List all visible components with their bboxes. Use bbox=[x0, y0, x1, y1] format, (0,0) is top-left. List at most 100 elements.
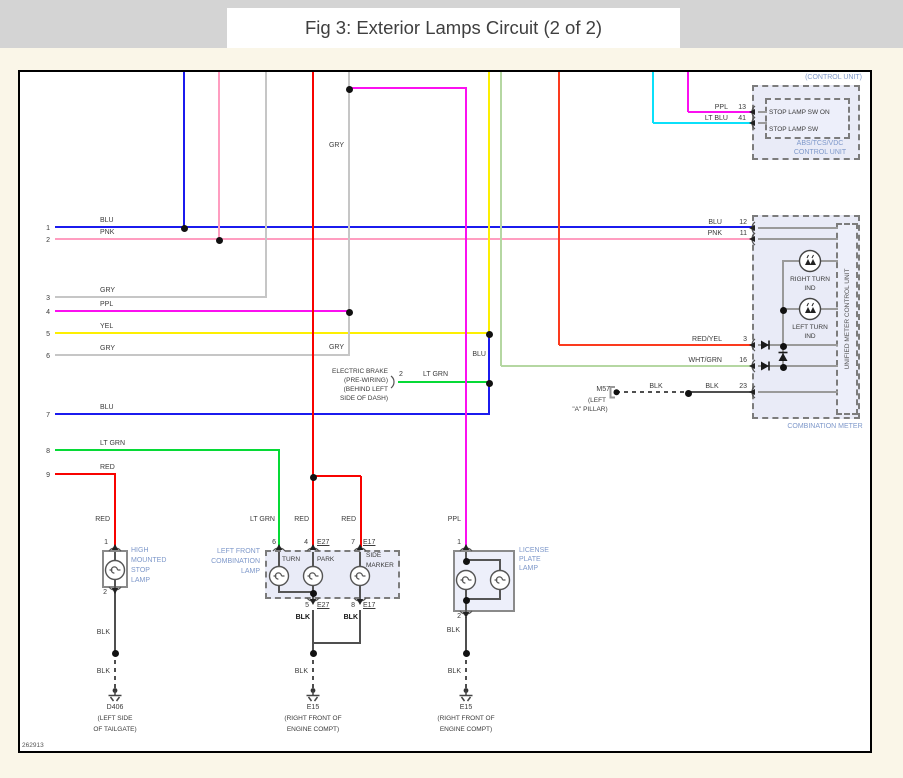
wire-color-label: GRY bbox=[100, 287, 116, 294]
circuit-number: 6 bbox=[46, 353, 50, 360]
pin-connector-icon bbox=[108, 544, 122, 552]
component-caption: LAMP bbox=[240, 568, 260, 575]
wire-color-label: RED/YEL bbox=[692, 336, 722, 343]
bulb-label: PARK bbox=[317, 556, 335, 563]
ground-icon bbox=[306, 688, 320, 702]
indicator-label: RIGHT TURN bbox=[790, 276, 830, 283]
pin-number: 8 bbox=[351, 602, 355, 609]
connector-ref: E17 bbox=[363, 539, 376, 546]
wire-color-label: PNK bbox=[100, 229, 115, 236]
wire-segment bbox=[55, 238, 752, 240]
junction-dot bbox=[684, 389, 692, 397]
wire-color-label: BLK bbox=[294, 668, 308, 675]
wire-segment bbox=[559, 344, 752, 346]
wire-segment bbox=[616, 391, 689, 393]
pin-number: 1 bbox=[457, 539, 461, 546]
wire-segment bbox=[465, 87, 467, 547]
wire-segment bbox=[312, 610, 314, 652]
component-caption: LICENSE bbox=[519, 547, 549, 554]
wire-segment bbox=[360, 476, 362, 547]
wire-color-label: PNK bbox=[707, 230, 722, 237]
junction-dot bbox=[462, 649, 470, 657]
junction-dot bbox=[462, 557, 470, 565]
component-caption: UNIFIED METER CONTROL UNIT bbox=[844, 268, 851, 370]
junction-dot bbox=[345, 308, 353, 316]
wire-segment bbox=[313, 475, 361, 477]
wire-segment bbox=[398, 381, 490, 383]
wire-segment bbox=[501, 365, 752, 367]
pin-number: 5 bbox=[305, 602, 309, 609]
wire-color-label: BLK bbox=[649, 383, 663, 390]
circuit-number: 3 bbox=[46, 295, 50, 302]
wire-segment bbox=[218, 72, 220, 240]
wire-color-label: BLK bbox=[96, 629, 110, 636]
component-caption: LEFT FRONT bbox=[216, 548, 260, 555]
pin-number: 4 bbox=[304, 539, 308, 546]
circuit-number: 4 bbox=[46, 309, 50, 316]
electric-brake-note: (BEHIND LEFT bbox=[343, 386, 388, 393]
bulb-label: TURN bbox=[282, 556, 301, 563]
location-note: "A" PILLAR) bbox=[572, 406, 608, 413]
junction-dot bbox=[215, 236, 223, 244]
wire-segment bbox=[558, 72, 560, 345]
junction-dot bbox=[309, 649, 317, 657]
electric-brake-note: (PRE-WIRING) bbox=[343, 377, 388, 384]
junction-dot bbox=[345, 85, 353, 93]
wire-color-label: BLU bbox=[100, 217, 114, 224]
wire-segment bbox=[359, 610, 361, 644]
wire-color-label: PPL bbox=[714, 104, 728, 111]
wire-color-label: LT GRN bbox=[100, 440, 126, 447]
wire-segment bbox=[55, 310, 349, 312]
bulb-icon bbox=[104, 559, 126, 581]
circuit-number: 5 bbox=[46, 331, 50, 338]
component-caption: STOP bbox=[131, 567, 150, 574]
wire-segment bbox=[55, 226, 752, 228]
wire-color-label: BLU bbox=[708, 219, 722, 226]
circuit-number: 8 bbox=[46, 448, 50, 455]
junction-dot bbox=[111, 649, 119, 657]
pin-number: 3 bbox=[743, 336, 747, 343]
wire-color-label: BLK bbox=[295, 614, 310, 621]
wire-color-label: BLU bbox=[100, 404, 114, 411]
wire-color-label: WHT/GRN bbox=[688, 357, 722, 364]
junction-dot bbox=[180, 224, 188, 232]
wire-segment bbox=[349, 87, 466, 89]
component-caption: COMBINATION METER bbox=[787, 423, 863, 430]
wire-segment bbox=[758, 227, 838, 229]
wire-color-label: GRY bbox=[100, 345, 116, 352]
wire-segment bbox=[55, 449, 280, 451]
wire-color-label: BLU bbox=[472, 351, 486, 358]
wire-color-label: PPL bbox=[447, 516, 461, 523]
pin-number: 2 bbox=[399, 371, 403, 378]
pin-number: 13 bbox=[738, 104, 746, 111]
ground-icon bbox=[459, 688, 473, 702]
component-caption: COMBINATION bbox=[211, 558, 260, 565]
diagram-border bbox=[18, 70, 872, 753]
pin-number: 16 bbox=[739, 357, 747, 364]
wire-segment bbox=[114, 652, 116, 690]
wire-segment bbox=[465, 598, 501, 600]
wire-segment bbox=[55, 296, 266, 298]
component-caption: LAMP bbox=[519, 565, 539, 572]
wire-segment bbox=[758, 391, 838, 393]
component-caption: (CONTROL UNIT) bbox=[805, 74, 862, 81]
wire-segment bbox=[55, 413, 490, 415]
pin-number: 7 bbox=[351, 539, 355, 546]
bulb-icon bbox=[489, 569, 511, 591]
wire-segment bbox=[500, 72, 502, 366]
wire-color-label: GRY bbox=[328, 142, 344, 149]
circuit-number: 9 bbox=[46, 472, 50, 479]
wire-segment bbox=[758, 238, 838, 240]
location-note: ENGINE COMPT) bbox=[439, 726, 493, 733]
wire-segment bbox=[55, 473, 116, 475]
wire-color-label: PPL bbox=[100, 301, 114, 308]
figure-ref-number: 262913 bbox=[22, 742, 44, 749]
junction-dot bbox=[485, 330, 493, 338]
led-indicator-icon bbox=[798, 297, 822, 321]
signal-label: STOP LAMP SW bbox=[769, 126, 819, 133]
circuit-number: 7 bbox=[46, 412, 50, 419]
pin-number: 2 bbox=[457, 613, 461, 620]
wire-color-label: BLK bbox=[96, 668, 110, 675]
electric-brake-note: SIDE OF DASH) bbox=[339, 395, 388, 402]
indicator-label: IND bbox=[804, 285, 816, 292]
